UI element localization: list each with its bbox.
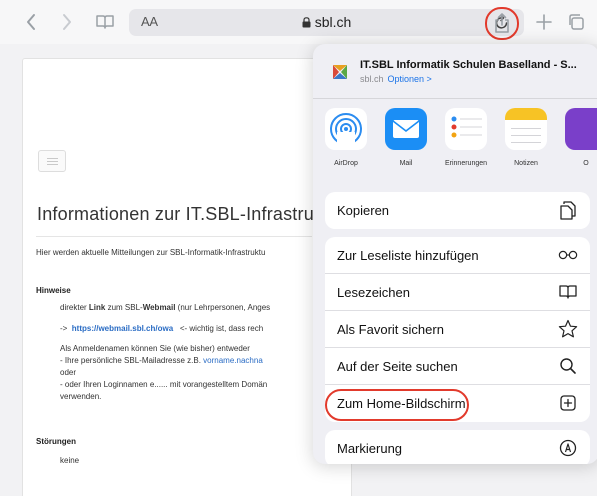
action-favorite[interactable]: Als Favorit sichern xyxy=(325,311,590,348)
action-label: Lesezeichen xyxy=(337,285,410,300)
action-label: Kopieren xyxy=(337,203,390,218)
share-sheet-header: IT.SBL Informatik Schulen Baselland - S.… xyxy=(313,44,597,98)
tabs-icon[interactable] xyxy=(563,10,589,34)
page-divider xyxy=(36,236,312,237)
action-label: Zur Leseliste hinzufügen xyxy=(337,248,479,263)
page-intro: Hier werden aktuelle Mitteilungen zur SB… xyxy=(36,248,266,257)
url-text: sbl.ch xyxy=(314,14,352,30)
browser-screen: AA sbl.ch Informationen zur IT.SBL-Infra… xyxy=(0,0,597,496)
page-title: Informationen zur IT.SBL-Infrastru xyxy=(37,204,314,224)
search-icon xyxy=(558,356,578,376)
web-page xyxy=(22,58,352,496)
home-screen-highlight-ring xyxy=(325,389,469,421)
hamburger-menu-icon[interactable] xyxy=(38,150,66,172)
share-app-notes[interactable]: Notizen xyxy=(501,108,551,167)
bookmarks-icon[interactable] xyxy=(92,10,118,34)
webmail-link-line: -> https://webmail.sbl.ch/owa <- wichtig… xyxy=(60,324,263,333)
action-markup[interactable]: Markierung xyxy=(325,430,590,464)
address-bar[interactable]: AA sbl.ch xyxy=(129,9,524,36)
action-label: Auf der Seite suchen xyxy=(337,359,458,374)
login-line: oder xyxy=(60,368,77,377)
copy-icon xyxy=(558,200,578,220)
text: (nur Lehrpersonen, Anges xyxy=(175,303,271,312)
text: Webmail xyxy=(142,303,176,312)
share-app-other[interactable]: O xyxy=(561,108,597,167)
login-line: verwenden. xyxy=(60,392,102,401)
action-copy[interactable]: Kopieren xyxy=(325,192,590,229)
text: - Ihre persönliche SBL-Mailadresse z.B. xyxy=(60,356,204,365)
back-icon[interactable] xyxy=(18,10,44,34)
app-label: O xyxy=(583,160,589,167)
stoerungen-text: keine xyxy=(60,456,80,465)
action-group-markup: Markierung xyxy=(325,430,590,464)
email-example-link[interactable]: vorname.nachna xyxy=(203,356,263,365)
mail-icon xyxy=(385,108,427,150)
reminders-icon xyxy=(445,108,487,150)
stoerungen-heading: Störungen xyxy=(36,437,76,446)
action-find-on-page[interactable]: Auf der Seite suchen xyxy=(325,348,590,385)
action-group-copy: Kopieren xyxy=(325,192,590,229)
url-display[interactable]: sbl.ch xyxy=(129,14,524,31)
plus-icon[interactable] xyxy=(531,10,557,34)
glasses-icon xyxy=(558,245,578,265)
arrow-text: -> xyxy=(60,324,68,333)
text: direkter xyxy=(60,303,89,312)
airdrop-icon xyxy=(325,108,367,150)
options-link[interactable]: Optionen > xyxy=(388,74,432,84)
login-line: - Ihre persönliche SBL-Mailadresse z.B. … xyxy=(60,356,263,365)
action-bookmark[interactable]: Lesezeichen xyxy=(325,274,590,311)
book-icon xyxy=(558,282,578,302)
app-icon xyxy=(565,108,597,150)
share-site-title: IT.SBL Informatik Schulen Baselland - S.… xyxy=(360,59,577,71)
share-apps-row: AirDrop Mail Erinnerungen Notizen O xyxy=(313,108,597,188)
text: <- wichtig ist, dass rech xyxy=(179,324,264,333)
share-app-airdrop[interactable]: AirDrop xyxy=(321,108,371,167)
app-label: Mail xyxy=(399,160,413,167)
app-label: Erinnerungen xyxy=(444,160,488,167)
forward-icon[interactable] xyxy=(54,10,80,34)
webmail-link[interactable]: https://webmail.sbl.ch/owa xyxy=(72,324,173,333)
text: Link xyxy=(88,303,106,312)
login-line: - oder Ihren Loginnamen e...... mit vora… xyxy=(60,380,268,389)
app-label: Notizen xyxy=(514,160,538,167)
app-label: AirDrop xyxy=(334,160,358,167)
star-icon xyxy=(558,319,578,339)
lock-icon xyxy=(302,15,311,31)
login-line: Als Anmeldenamen können Sie (wie bisher)… xyxy=(60,344,250,353)
text: zum SBL- xyxy=(105,303,143,312)
add-square-icon xyxy=(558,393,578,413)
divider xyxy=(313,98,597,99)
notes-icon xyxy=(505,108,547,150)
share-app-reminders[interactable]: Erinnerungen xyxy=(441,108,491,167)
share-highlight-ring xyxy=(485,7,519,40)
action-reading-list[interactable]: Zur Leseliste hinzufügen xyxy=(325,237,590,274)
webmail-line: direkter Link zum SBL-Webmail (nur Lehrp… xyxy=(60,303,270,312)
action-label: Als Favorit sichern xyxy=(337,322,444,337)
share-site-domain: sbl.ch Optionen > xyxy=(360,74,432,84)
action-label: Markierung xyxy=(337,441,403,456)
browser-toolbar: AA sbl.ch xyxy=(0,0,597,44)
share-app-mail[interactable]: Mail xyxy=(381,108,431,167)
domain-text: sbl.ch xyxy=(360,74,384,84)
markup-icon xyxy=(558,438,578,458)
hinweise-heading: Hinweise xyxy=(36,286,71,295)
site-favicon-icon xyxy=(331,63,349,81)
